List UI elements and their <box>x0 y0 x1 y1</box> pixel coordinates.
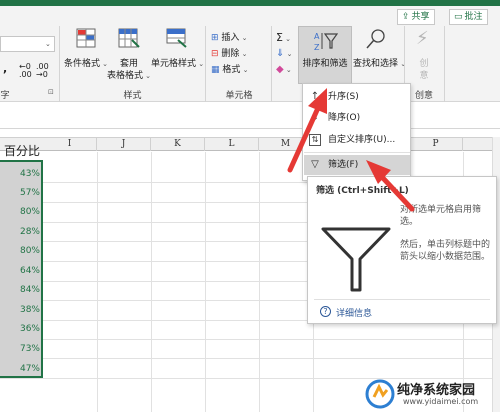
annotation-arrow <box>379 174 415 212</box>
annotation-arrow <box>287 105 321 173</box>
watermark-url: www.yidaimei.com <box>403 397 479 406</box>
watermark-logo <box>365 379 395 409</box>
watermark-title: 纯净系统家园 <box>397 383 476 398</box>
watermark: 纯净系统家园 www.yidaimei.com <box>363 377 500 412</box>
annotation-arrows <box>287 88 415 212</box>
